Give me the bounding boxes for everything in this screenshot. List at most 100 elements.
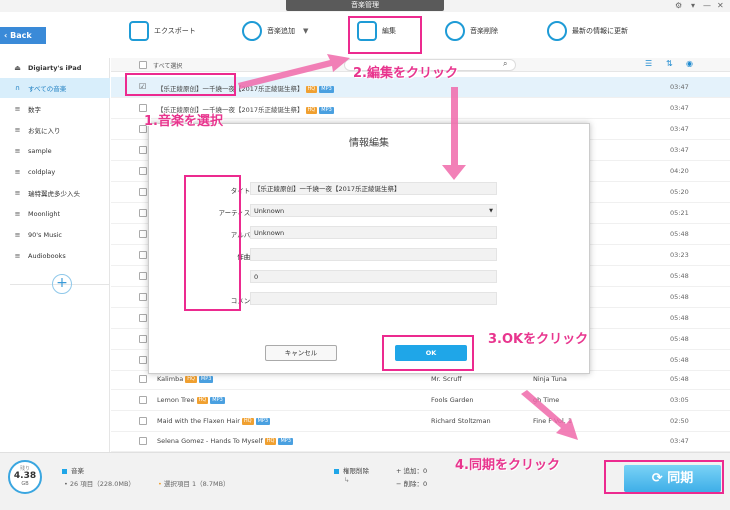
music-legend: 音楽 (62, 465, 84, 475)
table-row[interactable]: Lemon Tree HQ MP3 Fools Garden gh Time 03:… (111, 390, 730, 411)
refresh-button[interactable]: 最新の情報に更新 (547, 14, 628, 48)
mp3-badge: MP3 (255, 417, 271, 425)
row-checkbox[interactable] (139, 188, 147, 196)
close-icon[interactable]: ✕ (717, 1, 724, 10)
title-field[interactable]: 【乐正綾原创】一千繞一夜【2017乐正綾诞生祭】 (250, 182, 497, 195)
table-row[interactable]: Selena Gomez - Hands To Myself HQ MP3 03:4… (111, 431, 730, 452)
mp3-badge: MP3 (210, 396, 225, 404)
row-album: gh Time (533, 396, 560, 404)
mp3-badge: MP3 (278, 437, 293, 445)
remove-count: − 削除：0 (396, 480, 428, 488)
row-duration: 03:47 (670, 146, 689, 154)
headphone-icon: ∩ (14, 84, 21, 92)
row-checkbox[interactable] (139, 335, 147, 343)
storage-unit: GB (21, 481, 29, 487)
row-duration: 05:48 (670, 272, 689, 280)
step3-annotation: 3.OKをクリック (488, 332, 589, 347)
gear-icon[interactable]: ⚙ (675, 1, 682, 10)
row-artist: Fools Garden (431, 396, 474, 404)
sidebar-device[interactable]: ⏏ Digiarty's iPad (0, 58, 110, 78)
row-checkbox[interactable] (139, 230, 147, 238)
playlist-icon: ≡ (14, 189, 21, 197)
row-title: Maid with the Flaxen Hair (157, 417, 240, 425)
sidebar-item-playlist[interactable]: ≡ Audiobooks (0, 246, 110, 266)
hq-badge: HQ (241, 417, 254, 425)
highlight-edit-button (348, 16, 422, 54)
itunes-icon[interactable]: ◉ (686, 59, 693, 68)
cancel-button[interactable]: キャンセル (265, 345, 337, 361)
more-icon[interactable]: ▾ (691, 1, 695, 10)
row-checkbox[interactable] (139, 314, 147, 322)
highlight-dialog-fields (184, 175, 241, 311)
row-album: Ninja Tuna (533, 375, 567, 383)
artist-select[interactable]: Unknown ▼ (250, 204, 497, 217)
row-duration: 03:47 (670, 437, 689, 445)
headphone-remove-icon (445, 21, 465, 41)
eject-icon: ⏏ (14, 64, 21, 72)
row-checkbox[interactable] (139, 437, 147, 445)
row-checkbox[interactable] (139, 272, 147, 280)
select-all-checkbox[interactable] (139, 61, 147, 69)
dropdown-arrow-icon: ▼ (489, 208, 493, 214)
row-title: Selena Gomez - Hands To Myself (157, 437, 263, 445)
sidebar-item-playlist[interactable]: ≡ coldplay (0, 162, 110, 182)
composer-field[interactable] (250, 248, 497, 261)
sidebar: ⏏ Digiarty's iPad ∩ すべての音楽 ≡ 数字 ≡ お気に入り … (0, 58, 110, 452)
highlight-sync-button (604, 460, 724, 494)
total-items: • 26 項目（228.0MB） (64, 480, 135, 488)
playlist-icon: ≡ (14, 105, 21, 113)
playlist-icon: ≡ (14, 126, 21, 134)
album-field[interactable]: Unknown (250, 226, 497, 239)
row-duration: 04:20 (670, 167, 689, 175)
mp3-badge: MP3 (319, 106, 334, 114)
row-checkbox[interactable] (139, 209, 147, 217)
sidebar-item-playlist[interactable]: ≡ 90's Music (0, 225, 110, 245)
playlist-icon: ≡ (14, 210, 21, 218)
mp3-badge: MP3 (319, 85, 334, 93)
sidebar-item-playlist[interactable]: ≡ Moonlight (0, 204, 110, 224)
hq-badge: HQ (185, 375, 197, 383)
row-checkbox[interactable] (139, 293, 147, 301)
row-duration: 05:48 (670, 335, 689, 343)
storage-value: 4.38 (13, 471, 37, 481)
back-button[interactable]: ‹ Back (0, 27, 46, 44)
sidebar-item-playlist[interactable]: ≡ お気に入り (0, 120, 110, 140)
hq-badge: HQ (196, 396, 209, 404)
music-manager-window: 音楽管理 ⚙ ▾ — ✕ ‹ Back エクスポート 音楽追加 ▼ 編集 音楽削… (0, 0, 730, 510)
refresh-icon (547, 21, 567, 41)
row-checkbox[interactable] (139, 167, 147, 175)
year-field[interactable]: 0 (250, 270, 497, 283)
list-view-icon[interactable]: ☰ (645, 59, 652, 68)
sidebar-item-playlist[interactable]: ≡ 瑞特翼虎多少入头 (0, 183, 110, 203)
table-row[interactable]: Maid with the Flaxen Hair HQ MP3 Richard S… (111, 411, 730, 432)
playlist-icon: ≡ (14, 231, 21, 239)
sidebar-item-all-music[interactable]: ∩ すべての音楽 (0, 78, 110, 98)
sidebar-item-playlist[interactable]: ≡ sample (0, 141, 110, 161)
add-playlist-button[interactable]: + (52, 274, 72, 294)
playlist-icon: ≡ (14, 252, 21, 260)
step2-annotation: 2.編集をクリック (353, 66, 458, 81)
row-checkbox[interactable] (139, 417, 147, 425)
row-duration: 05:48 (670, 314, 689, 322)
row-checkbox[interactable] (139, 356, 147, 364)
highlight-ok-button (382, 335, 474, 371)
search-icon[interactable]: ⌕ (503, 59, 507, 69)
row-checkbox[interactable] (139, 251, 147, 259)
add-music-button[interactable]: 音楽追加 ▼ (242, 14, 308, 48)
comment-field[interactable] (250, 292, 497, 305)
row-checkbox[interactable] (139, 375, 147, 383)
row-duration: 03:05 (670, 396, 689, 404)
select-all-label: すべて選択 (153, 63, 183, 70)
export-button[interactable]: エクスポート (129, 14, 196, 48)
dialog-title: 情報編集 (349, 138, 389, 149)
row-checkbox[interactable] (139, 396, 147, 404)
delete-music-button[interactable]: 音楽削除 (445, 14, 498, 48)
row-duration: 05:20 (670, 188, 689, 196)
delete-legend-swatch (334, 468, 339, 474)
headphone-add-icon (242, 21, 262, 41)
sidebar-item-playlist[interactable]: ≡ 数字 (0, 99, 110, 119)
row-checkbox[interactable] (139, 146, 147, 154)
sort-icon[interactable]: ⇅ (666, 59, 673, 68)
chevron-down-icon[interactable]: ▼ (303, 27, 308, 35)
minimize-icon[interactable]: — (703, 1, 711, 10)
